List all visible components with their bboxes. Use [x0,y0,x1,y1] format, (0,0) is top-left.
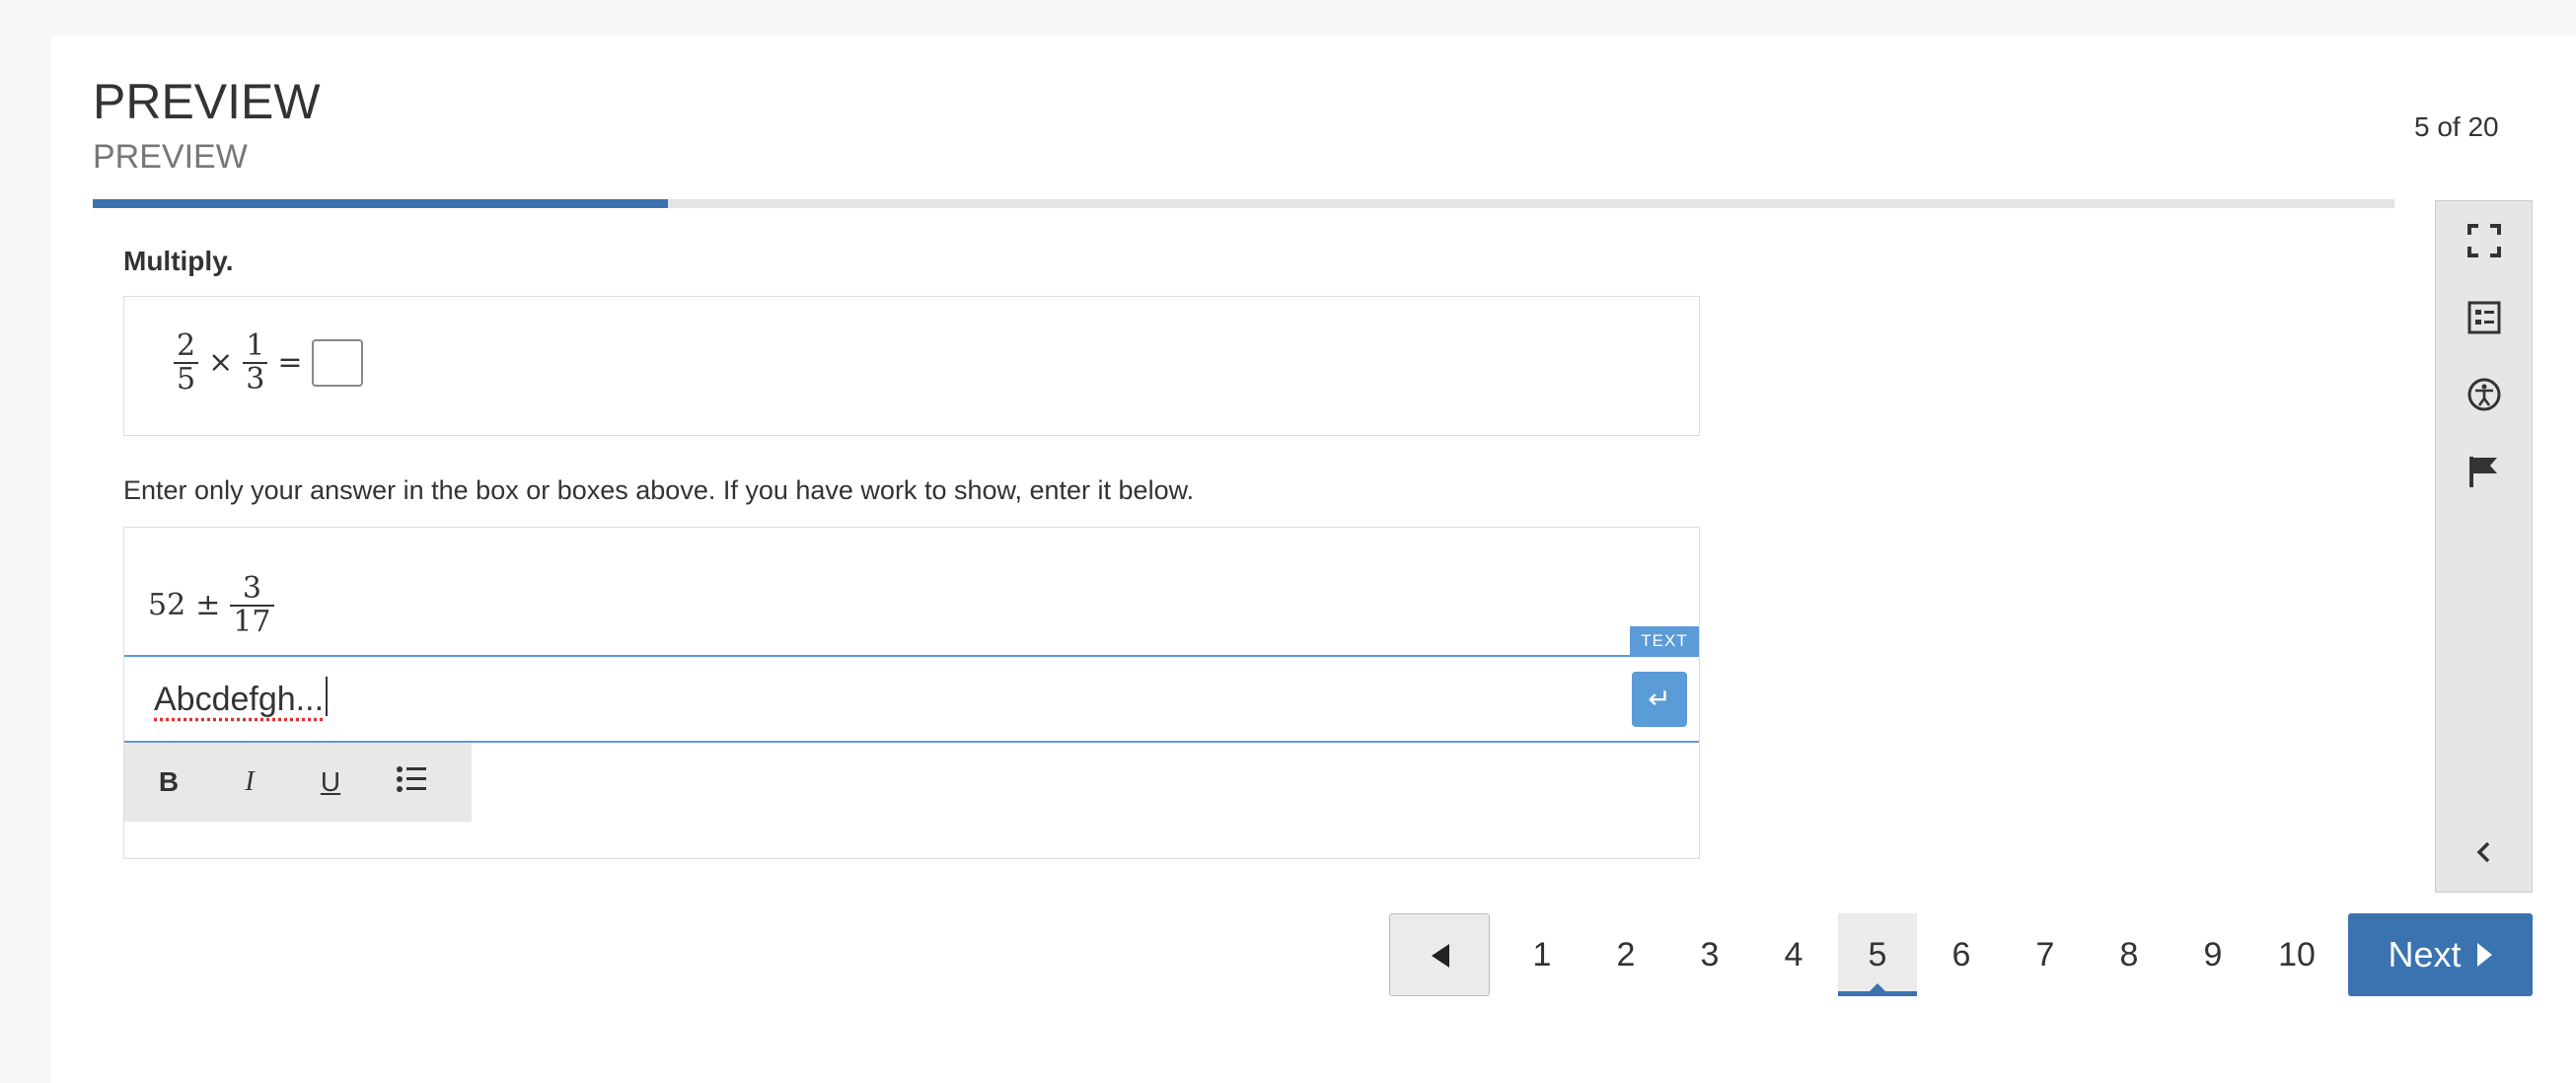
fraction-three-seventeenths: 3 17 [230,571,274,638]
current-page-notch [1870,983,1885,991]
fraction-numerator: 3 [242,571,261,606]
page-number-label: 3 [1700,936,1720,974]
enter-button[interactable]: ↵ [1632,672,1687,727]
bullet-list-icon [397,765,426,792]
italic-button[interactable]: I [209,766,290,798]
question-panel: 2 5 × 1 3 = [123,296,1700,436]
work-instructions: Enter only your answer in the box or box… [123,475,1195,505]
text-input-value[interactable]: Abcdefgh... [154,677,329,719]
next-button[interactable]: Next [2348,913,2533,996]
accessibility-icon[interactable] [2466,377,2502,412]
page-9-button[interactable]: 9 [2173,913,2252,996]
fraction-numerator: 1 [246,328,265,363]
fullscreen-icon[interactable] [2466,223,2502,258]
page-4-button[interactable]: 4 [1754,913,1833,996]
flag-icon[interactable] [2466,454,2502,489]
page-6-button[interactable]: 6 [1922,913,2001,996]
enter-icon: ↵ [1648,683,1671,715]
question-counter: 5 of 20 [2414,111,2499,142]
fraction-denominator: 5 [174,361,199,396]
page-5-button[interactable]: 5 [1838,913,1917,996]
tools-sidebar [2435,200,2533,893]
page-number-label: 9 [2203,936,2223,974]
equals-symbol: = [277,345,303,380]
page-number-label: 10 [2278,936,2316,974]
collapse-chevron-icon[interactable] [2470,838,2498,866]
progress-bar [93,199,2394,208]
answer-input-box[interactable] [312,338,364,387]
page-8-button[interactable]: 8 [2090,913,2169,996]
plus-minus-symbol: ± [195,588,221,622]
previous-button[interactable] [1389,913,1490,996]
page-1-button[interactable]: 1 [1503,913,1582,996]
caret-right-icon [2476,943,2492,967]
page-2-button[interactable]: 2 [1586,913,1665,996]
work-area[interactable]: 52 ± 3 17 TEXT Abcdefgh... ↵ B I U [123,527,1700,859]
page-10-button[interactable]: 10 [2257,913,2336,996]
multiplication-expression: 2 5 × 1 3 = [174,328,364,396]
fraction-denominator: 17 [230,604,274,638]
progress-bar-fill [93,199,669,208]
page-number-label: 6 [1951,936,1971,974]
page-number-label: 7 [2035,936,2055,974]
work-expression: 52 ± 3 17 [148,573,274,637]
page-number-label: 5 [1868,936,1887,974]
question-prompt: Multiply. [123,246,234,276]
page-subtitle: PREVIEW [93,138,248,176]
fraction-one-third: 1 3 [243,328,268,396]
formatting-toolbar: B I U [124,743,472,822]
next-button-label: Next [2388,934,2462,975]
text-mode-tag: TEXT [1630,626,1699,655]
reference-sheet-icon[interactable] [2466,300,2502,335]
page-number-label: 1 [1532,936,1552,974]
bold-button[interactable]: B [128,766,209,798]
page-number-label: 2 [1616,936,1636,974]
whole-number: 52 [148,588,186,622]
page-number-label: 4 [1784,936,1803,974]
underline-button[interactable]: U [290,766,371,798]
current-page-indicator [1838,991,1917,996]
text-input-content: Abcdefgh... [154,681,325,718]
bullet-list-button[interactable] [371,764,452,801]
page-7-button[interactable]: 7 [2006,913,2085,996]
text-caret [326,677,329,716]
times-symbol: × [208,345,234,380]
page-3-button[interactable]: 3 [1670,913,1749,996]
page-number-label: 8 [2119,936,2139,974]
caret-left-icon [1432,944,1449,968]
page-title: PREVIEW [93,74,321,129]
fraction-denominator: 3 [243,361,268,396]
text-input-row[interactable]: Abcdefgh... ↵ [124,655,1699,743]
fraction-numerator: 2 [177,328,196,363]
fraction-two-fifths: 2 5 [174,328,199,396]
